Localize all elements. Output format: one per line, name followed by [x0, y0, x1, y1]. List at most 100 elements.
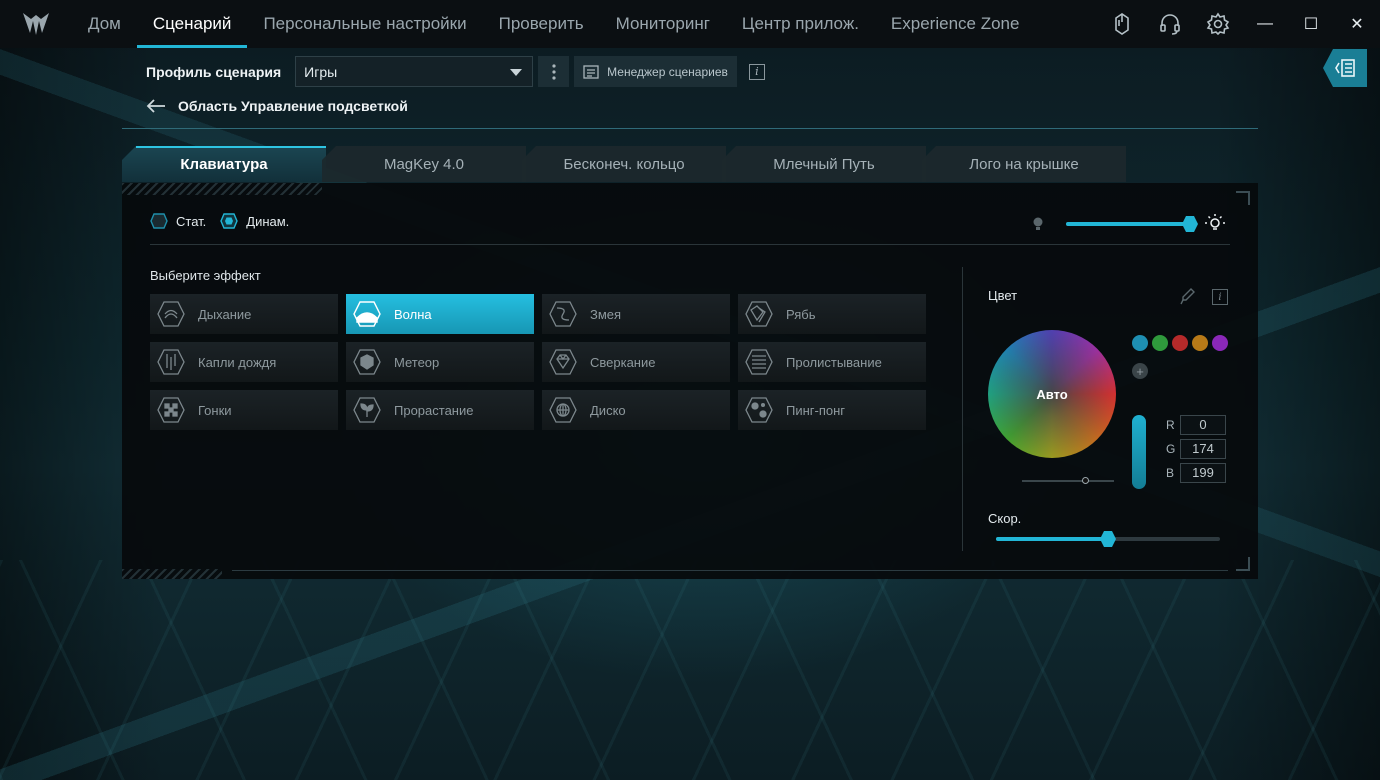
sprout-icon — [352, 395, 382, 425]
effect-scroll[interactable]: Пролистывание — [738, 342, 926, 382]
nav-app-center[interactable]: Центр прилож. — [726, 0, 875, 48]
swatch-purple[interactable] — [1212, 335, 1228, 351]
device-tabs: Клавиатура MagKey 4.0 Бесконеч. кольцо М… — [122, 146, 1126, 182]
kebab-icon — [552, 63, 556, 80]
saturation-slider[interactable] — [1022, 477, 1114, 484]
rgb-inputs: R 0 G 174 B 199 — [1166, 415, 1226, 483]
color-swatches — [1132, 335, 1228, 351]
effect-label: Дыхание — [198, 306, 252, 322]
effect-sparkle[interactable]: Сверкание — [542, 342, 730, 382]
minimize-button[interactable]: — — [1242, 0, 1288, 48]
r-input[interactable]: 0 — [1180, 415, 1226, 435]
effect-label: Диско — [590, 402, 626, 418]
swatch-orange[interactable] — [1192, 335, 1208, 351]
effects-title: Выберите эффект — [150, 268, 261, 283]
chevron-down-icon — [510, 69, 523, 76]
sparkle-icon — [548, 347, 578, 377]
b-input[interactable]: 199 — [1180, 463, 1226, 483]
dynamic-label[interactable]: Динам. — [246, 214, 289, 229]
radio-static[interactable] — [150, 213, 168, 229]
back-arrow-icon[interactable] — [146, 98, 166, 114]
nav-check[interactable]: Проверить — [483, 0, 600, 48]
effect-label: Метеор — [394, 354, 440, 370]
swatch-blue[interactable] — [1132, 335, 1148, 351]
nav-home[interactable]: Дом — [72, 0, 137, 48]
raindrops-icon — [156, 347, 186, 377]
speed-thumb[interactable] — [1100, 531, 1116, 547]
divider — [122, 128, 1258, 129]
tab-lid-logo[interactable]: Лого на крышке — [922, 146, 1126, 182]
add-swatch-button[interactable]: + — [1132, 363, 1148, 379]
predator-logo — [0, 0, 72, 48]
headset-icon[interactable] — [1146, 0, 1194, 48]
b-label: B — [1166, 466, 1175, 480]
radio-dynamic[interactable] — [220, 213, 239, 229]
meteor-icon — [352, 347, 382, 377]
close-button[interactable]: ✕ — [1334, 0, 1380, 48]
panel-decoration — [122, 183, 322, 195]
color-info-icon[interactable]: i — [1212, 289, 1228, 305]
effect-racing[interactable]: Гонки — [150, 390, 338, 430]
effect-sprouting[interactable]: Прорастание — [346, 390, 534, 430]
scroll-icon — [744, 347, 774, 377]
brightness-slider[interactable] — [1066, 216, 1198, 232]
effects-grid: Дыхание Волна Змея Рябь Капли дождя Мете… — [150, 294, 926, 430]
nav-scenario[interactable]: Сценарий — [136, 0, 248, 48]
effect-label: Сверкание — [590, 354, 656, 370]
breadcrumb: Область Управление подсветкой — [146, 98, 408, 114]
effect-label: Пинг-понг — [786, 402, 846, 418]
effect-snake[interactable]: Змея — [542, 294, 730, 334]
profile-label: Профиль сценария — [146, 63, 282, 80]
tab-infinity-ring[interactable]: Бесконеч. кольцо — [522, 146, 726, 182]
swatch-green[interactable] — [1152, 335, 1168, 351]
brightness-fill — [1066, 222, 1190, 226]
scenario-manager-button[interactable]: Менеджер сценариев — [574, 56, 737, 87]
speed-slider[interactable] — [996, 531, 1220, 547]
effect-wave[interactable]: Волна — [346, 294, 534, 334]
saturation-thumb[interactable] — [1082, 477, 1089, 484]
profile-selected-value: Игры — [304, 63, 338, 80]
effect-label: Рябь — [786, 306, 816, 322]
effect-disco[interactable]: Диско — [542, 390, 730, 430]
maximize-button[interactable]: ☐ — [1288, 0, 1334, 48]
profile-select[interactable]: Игры — [295, 56, 534, 87]
swatch-red[interactable] — [1172, 335, 1188, 351]
color-wheel[interactable]: Авто — [988, 330, 1116, 458]
gear-icon[interactable] — [1194, 0, 1242, 48]
g-label: G — [1166, 442, 1176, 456]
rgb-row-b: B 199 — [1166, 463, 1226, 483]
panel-corner — [1236, 191, 1250, 205]
g-input[interactable]: 174 — [1180, 439, 1226, 459]
effect-meteor[interactable]: Метеор — [346, 342, 534, 382]
more-options-button[interactable] — [538, 56, 570, 87]
brightness-thumb[interactable] — [1182, 216, 1198, 232]
tab-magkey[interactable]: MagKey 4.0 — [322, 146, 526, 182]
wave-icon — [352, 299, 382, 329]
ripple-icon — [744, 299, 774, 329]
eyedropper-icon[interactable] — [1180, 287, 1196, 310]
effect-label: Гонки — [198, 402, 232, 418]
nav-personal-settings[interactable]: Персональные настройки — [247, 0, 482, 48]
panel-decoration — [232, 570, 1228, 571]
nav-experience-zone[interactable]: Experience Zone — [875, 0, 1036, 48]
mouse-icon[interactable] — [1098, 0, 1146, 48]
tab-milky-way[interactable]: Млечный Путь — [722, 146, 926, 182]
effect-label: Змея — [590, 306, 622, 322]
tab-keyboard[interactable]: Клавиатура — [122, 146, 326, 182]
effect-raindrops[interactable]: Капли дождя — [150, 342, 338, 382]
effect-ripple[interactable]: Рябь — [738, 294, 926, 334]
static-label[interactable]: Стат. — [176, 214, 206, 229]
mode-selector: Стат. Динам. — [150, 213, 289, 229]
rgb-row-r: R 0 — [1166, 415, 1226, 435]
nav-monitoring[interactable]: Мониторинг — [600, 0, 726, 48]
speed-title: Скор. — [988, 511, 1022, 526]
effect-ping-pong[interactable]: Пинг-понг — [738, 390, 926, 430]
disco-ball-icon — [548, 395, 578, 425]
list-icon — [583, 64, 599, 79]
brightness-control — [1032, 213, 1226, 235]
panel-decoration — [122, 569, 222, 579]
info-icon[interactable]: i — [748, 63, 765, 80]
top-bar: Дом Сценарий Персональные настройки Пров… — [0, 0, 1380, 48]
ping-pong-icon — [744, 395, 774, 425]
effect-breathing[interactable]: Дыхание — [150, 294, 338, 334]
